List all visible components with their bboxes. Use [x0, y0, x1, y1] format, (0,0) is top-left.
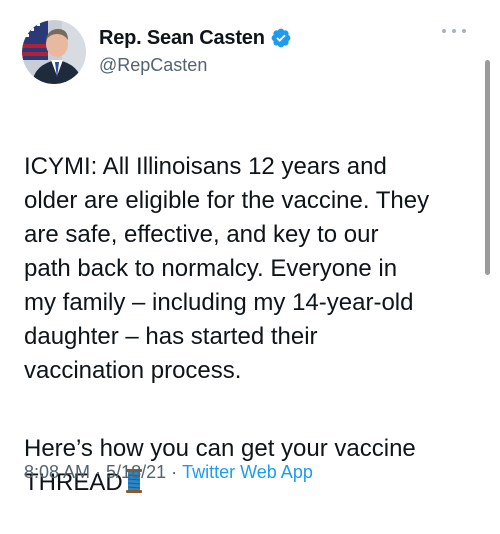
tweet-date[interactable]: 5/18/21: [106, 462, 166, 483]
meta-separator: ·: [95, 462, 102, 482]
more-dot: [462, 29, 466, 33]
author-name-row: Rep. Sean Casten: [99, 26, 292, 50]
tweet-paragraph-1: ICYMI: All Illinoisans 12 years and olde…: [24, 153, 430, 384]
more-dot: [452, 29, 456, 33]
profile-photo-icon: [22, 20, 86, 84]
scrollbar[interactable]: [485, 60, 490, 275]
author-name[interactable]: Rep. Sean Casten: [99, 27, 265, 50]
tweet-metadata: 8:08 AM · 5/18/21 · Twitter Web App: [24, 462, 313, 483]
meta-separator: ·: [171, 462, 178, 482]
more-dot: [442, 29, 446, 33]
avatar[interactable]: [22, 20, 86, 84]
more-options-icon[interactable]: [442, 22, 466, 40]
tweet-time[interactable]: 8:08 AM: [24, 462, 90, 483]
author-info: Rep. Sean Casten @RepCasten: [99, 26, 292, 76]
author-handle[interactable]: @RepCasten: [99, 55, 292, 76]
tweet-card: Rep. Sean Casten @RepCasten ICYMI: All I…: [0, 0, 500, 496]
verified-badge-icon: [270, 27, 292, 49]
tweet-source-link[interactable]: Twitter Web App: [182, 462, 313, 483]
